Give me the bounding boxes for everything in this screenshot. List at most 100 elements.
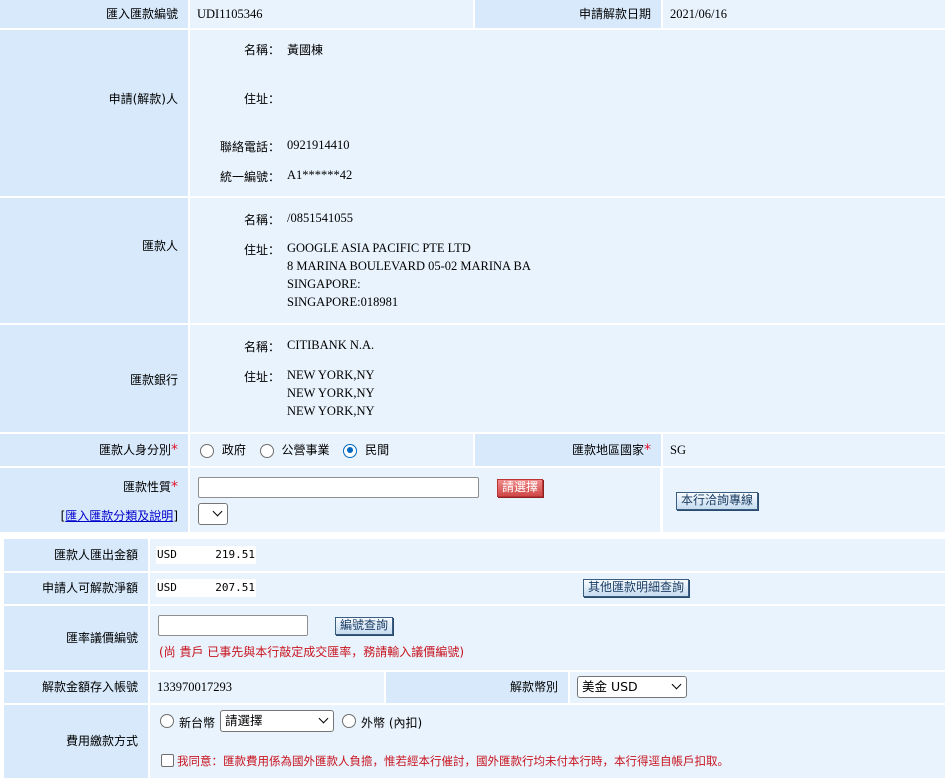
row-net-amount: 申請人可解款淨額 USD 207.51 其他匯款明細查詢 <box>0 573 945 604</box>
required-mark: * <box>171 442 178 458</box>
rate-ref-label: 匯率議價編號 <box>4 606 148 670</box>
applicant-details: 名稱： 黃國棟 住址： 聯絡電話： 0921914410 統一編號： A1***… <box>190 30 945 196</box>
country-value: SG <box>663 434 945 466</box>
country-label: 匯款地區國家 <box>571 443 644 457</box>
rate-ref-search-button[interactable]: 編號查詢 <box>335 617 394 635</box>
applicant-name: 黃國棟 <box>287 43 324 57</box>
outgoing-amount-box: USD 219.51 <box>156 546 256 564</box>
row-remit-bank: 匯款銀行 名稱： CITIBANK N.A. 住址： NEW YORK,NY N… <box>0 325 945 432</box>
contact-cell: 本行洽詢專線 <box>663 468 945 532</box>
rate-ref-cell: 編號查詢 (尚 貴戶 已事先與本行敲定成交匯率，務請輸入議價編號) <box>150 606 945 670</box>
net-amount: 207.51 <box>215 581 255 594</box>
applicant-id: A1******42 <box>287 168 353 182</box>
row-remit-nature: 匯款性質* [匯入匯款分類及說明] 請選擇 本行洽詢專線 <box>0 468 945 532</box>
net-amount-label: 申請人可解款淨額 <box>4 573 148 604</box>
country-label-cell: 匯款地區國家* <box>475 434 661 466</box>
applicant-address-label: 住址： <box>244 92 281 106</box>
outgoing-amount: 219.51 <box>215 548 255 561</box>
currency-select[interactable]: 美金 USD <box>577 676 687 698</box>
currency-cell: 美金 USD <box>570 672 945 703</box>
identity-radio-private[interactable] <box>343 443 358 458</box>
bank-name-label: 名稱： <box>244 340 281 354</box>
applicant-phone: 0921914410 <box>287 138 350 152</box>
contact-line-button[interactable]: 本行洽詢專線 <box>676 492 759 510</box>
remitter-name: /0851541055 <box>287 211 353 225</box>
outgoing-amount-cell: USD 219.51 <box>150 539 945 571</box>
remitter-address-line: SINGAPORE:018981 <box>287 295 399 309</box>
identity-option-label: 公營事業 <box>281 443 330 457</box>
applicant-phone-label: 聯絡電話： <box>220 140 281 154</box>
applicant-name-label: 名稱： <box>244 43 281 57</box>
row-deposit: 解款金額存入帳號 133970017293 解款幣別 美金 USD <box>0 672 945 703</box>
remit-bank-label: 匯款銀行 <box>0 325 188 432</box>
row-rate-ref: 匯率議價編號 編號查詢 (尚 貴戶 已事先與本行敲定成交匯率，務請輸入議價編號) <box>0 606 945 670</box>
net-amount-box: USD 207.51 <box>156 579 256 597</box>
remittance-no-label: 匯入匯款編號 <box>0 0 188 28</box>
bank-address-line: NEW YORK,NY <box>287 404 375 418</box>
deposit-account-label: 解款金額存入帳號 <box>4 672 148 703</box>
other-details-button[interactable]: 其他匯款明細查詢 <box>583 579 690 597</box>
deposit-account-value: 133970017293 <box>150 672 384 703</box>
identity-option-label: 民間 <box>365 443 390 457</box>
remitter-address-line: SINGAPORE: <box>287 277 361 291</box>
identity-radio-public-enterprise[interactable] <box>259 443 274 458</box>
nature-label-cell: 匯款性質* [匯入匯款分類及說明] <box>0 468 188 532</box>
bank-address-line: NEW YORK,NY <box>287 386 375 400</box>
row-applicant: 申請(解款)人 名稱： 黃國棟 住址： 聯絡電話： 0921914410 統一編… <box>0 30 945 196</box>
row-remitter: 匯款人 名稱： /0851541055 住址： GOOGLE ASIA PACI… <box>0 198 945 323</box>
remitter-label: 匯款人 <box>0 198 188 323</box>
identity-label-cell: 匯款人身分別* <box>0 434 188 466</box>
fee-option-foreign: 外幣 (內扣) <box>361 716 423 730</box>
identity-label: 匯款人身分別 <box>98 443 171 457</box>
nature-explanation-link[interactable]: 匯入匯款分類及說明 <box>65 509 173 523</box>
outgoing-currency: USD <box>157 548 177 561</box>
fee-method-cell: 新台幣 請選擇 外幣 (內扣) 我同意：匯款費用係為國外匯款人負擔，惟若經本行催… <box>150 705 945 778</box>
row-outgoing-amount: 匯款人匯出金額 USD 219.51 <box>0 539 945 571</box>
apply-date-label: 申請解款日期 <box>475 0 661 28</box>
choose-nature-button[interactable]: 請選擇 <box>497 479 544 497</box>
remitter-address-line: 8 MARINA BOULEVARD 05-02 MARINA BA <box>287 259 531 273</box>
fee-option-twd: 新台幣 <box>179 716 216 730</box>
row-remittance-no: 匯入匯款編號 UDI1105346 申請解款日期 2021/06/16 <box>0 0 945 28</box>
required-mark: * <box>171 479 178 495</box>
nature-link-wrap: [匯入匯款分類及說明] <box>60 509 178 523</box>
fee-method-label: 費用繳款方式 <box>4 705 148 778</box>
remit-bank-details: 名稱： CITIBANK N.A. 住址： NEW YORK,NY NEW YO… <box>190 325 945 432</box>
identity-radio-government[interactable] <box>200 443 214 458</box>
agree-checkbox[interactable] <box>161 754 174 767</box>
net-amount-cell: USD 207.51 其他匯款明細查詢 <box>150 573 945 604</box>
nature-inputs: 請選擇 <box>190 468 660 532</box>
applicant-id-label: 統一編號： <box>220 170 281 184</box>
required-mark: * <box>644 442 651 458</box>
row-identity: 匯款人身分別* 政府 公營事業 民間 匯款地區國家* SG <box>0 434 945 466</box>
rate-ref-note: (尚 貴戶 已事先與本行敲定成交匯率，務請輸入議價編號) <box>159 645 464 659</box>
identity-options: 政府 公營事業 民間 <box>190 434 473 466</box>
remitter-address-line: GOOGLE ASIA PACIFIC PTE LTD <box>287 241 471 255</box>
bank-address-label: 住址： <box>244 370 281 384</box>
identity-option-label: 政府 <box>221 443 246 457</box>
rate-ref-input[interactable] <box>158 615 308 636</box>
bank-address-line: NEW YORK,NY <box>287 368 375 382</box>
net-currency: USD <box>157 581 177 594</box>
applicant-label: 申請(解款)人 <box>0 30 188 196</box>
chevron-down-icon <box>671 679 682 690</box>
currency-selected: 美金 USD <box>582 679 638 694</box>
twd-fee-selected: 請選擇 <box>225 713 263 728</box>
agree-label: 我同意：匯款費用係為國外匯款人負擔，惟若經本行催討，國外匯款行均未付本行時，本行… <box>177 754 729 768</box>
remitter-name-label: 名稱： <box>244 213 281 227</box>
twd-fee-select[interactable]: 請選擇 <box>220 710 334 732</box>
chevron-down-icon <box>318 713 329 724</box>
chevron-down-icon <box>212 506 223 517</box>
row-fee-method: 費用繳款方式 新台幣 請選擇 外幣 (內扣) 我同意：匯款費用係為國外匯款人負擔… <box>0 705 945 778</box>
remittance-no-value: UDI1105346 <box>190 0 473 28</box>
fee-radio-twd[interactable] <box>160 714 174 728</box>
fee-radio-foreign[interactable] <box>342 714 356 728</box>
apply-date-value: 2021/06/16 <box>663 0 945 28</box>
nature-label-wrap: 匯款性質* <box>0 478 178 495</box>
remitter-details: 名稱： /0851541055 住址： GOOGLE ASIA PACIFIC … <box>190 198 945 323</box>
bank-name: CITIBANK N.A. <box>287 338 375 352</box>
currency-label: 解款幣別 <box>386 672 568 703</box>
nature-dropdown[interactable] <box>198 503 228 525</box>
nature-input[interactable] <box>198 477 479 498</box>
remitter-address-label: 住址： <box>244 243 281 257</box>
